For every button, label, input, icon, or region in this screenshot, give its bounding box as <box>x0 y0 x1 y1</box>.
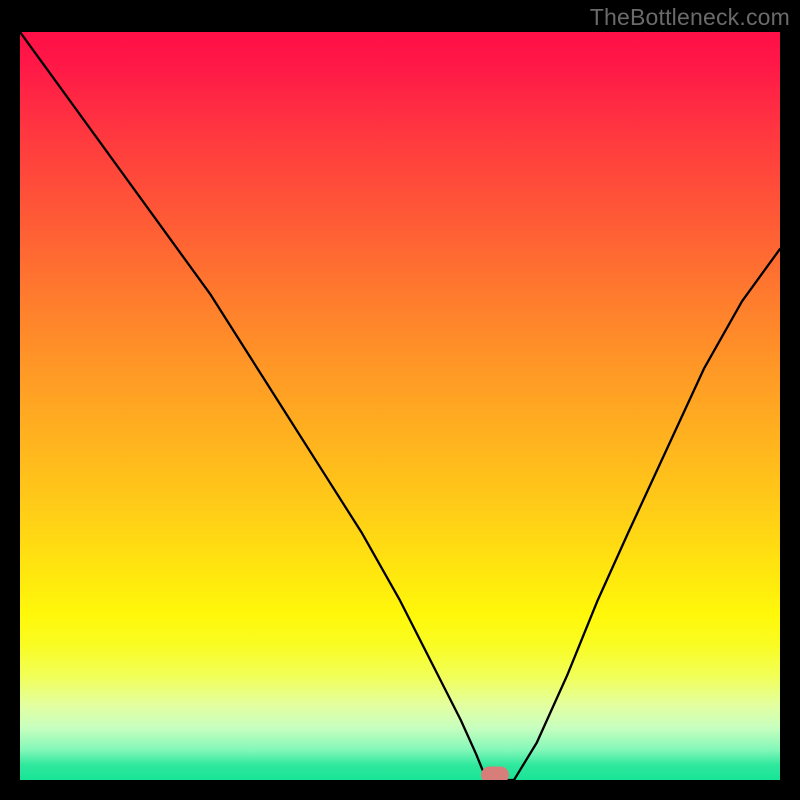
watermark-text: TheBottleneck.com <box>590 4 790 31</box>
optimum-marker <box>481 767 509 781</box>
chart-frame: TheBottleneck.com <box>0 0 800 800</box>
bottleneck-curve <box>20 32 780 780</box>
plot-area <box>20 32 780 780</box>
curve-path <box>20 32 780 780</box>
